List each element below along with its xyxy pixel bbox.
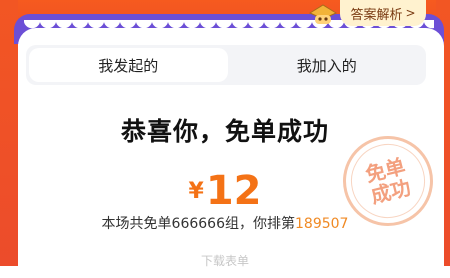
currency-symbol: ¥ [188,179,204,204]
tab-bar: 我发起的 我加入的 [26,45,426,85]
chevron-right-icon: > [405,6,416,20]
tab-initiated[interactable]: 我发起的 [29,48,228,82]
tab-joined[interactable]: 我加入的 [228,45,427,85]
cap-mascot-icon [308,4,338,24]
answer-analysis-button[interactable]: 答案解析 > [340,0,426,26]
rank-number: 189507 [295,216,349,232]
stamp-line-1: 免单 [363,153,408,187]
answer-analysis-label: 答案解析 [350,7,403,23]
faint-bottom-text: 下载表单 [200,254,249,268]
stamp-line-2: 成功 [368,175,413,209]
amount-value: 12 [205,168,262,214]
rank-prefix: 本场共免单666666组，你排第 [101,216,295,232]
